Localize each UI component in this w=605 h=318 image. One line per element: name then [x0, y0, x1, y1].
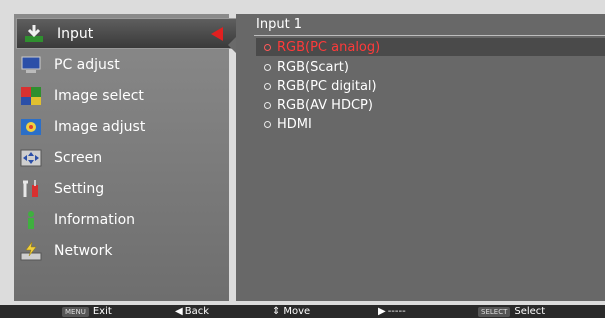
osd-frame: Input PC adjust Image select Image adjus…: [0, 0, 605, 318]
menu-label-pc-adjust: PC adjust: [54, 56, 120, 73]
radio-icon: [264, 82, 271, 90]
option-rgb-scart[interactable]: RGB(Scart): [256, 58, 605, 76]
menu-label-network: Network: [54, 242, 113, 259]
input-icon: [23, 24, 45, 44]
menu-item-input[interactable]: Input: [16, 18, 238, 49]
menu-label-screen: Screen: [54, 149, 103, 166]
move-arrows-icon: ⇕: [272, 306, 281, 317]
radio-icon: [264, 43, 271, 51]
option-rgb-pc-analog[interactable]: RGB(PC analog): [256, 38, 605, 56]
submenu-title: Input 1: [256, 17, 303, 32]
pc-adjust-icon: [20, 55, 42, 75]
option-label: HDMI: [277, 116, 312, 132]
menu-key-icon: MENU: [62, 306, 89, 317]
menu-item-setting[interactable]: Setting: [14, 173, 229, 204]
option-label: RGB(Scart): [277, 59, 349, 75]
option-rgb-pc-digital[interactable]: RGB(PC digital): [256, 77, 605, 95]
select-key-icon: SELECT: [478, 306, 511, 317]
setting-icon: [20, 179, 42, 199]
hint-back-label: Back: [184, 306, 209, 317]
menu-item-information[interactable]: Information: [14, 204, 229, 235]
option-label: RGB(PC analog): [277, 39, 381, 55]
menu-item-pc-adjust[interactable]: PC adjust: [14, 49, 229, 80]
menu-item-screen[interactable]: Screen: [14, 142, 229, 173]
menu-label-image-select: Image select: [54, 87, 144, 104]
title-divider: [254, 35, 605, 36]
information-icon: [20, 210, 42, 230]
hint-select-label: Select: [514, 306, 546, 317]
hint-move-label: Move: [283, 306, 311, 317]
option-hdmi[interactable]: HDMI: [256, 115, 605, 133]
hint-next-label: -----: [387, 306, 406, 317]
hint-back: ◀ Back: [175, 305, 209, 318]
hint-move: ⇕ Move: [272, 305, 310, 318]
footer-hint-bar: MENU Exit ◀ Back ⇕ Move ▶ ----- SELECT S…: [0, 305, 605, 318]
image-adjust-icon: [20, 117, 42, 137]
radio-icon: [264, 101, 271, 109]
submenu-panel: Input 1 RGB(PC analog) RGB(Scart) RGB(PC…: [236, 14, 605, 301]
option-label: RGB(PC digital): [277, 78, 377, 94]
hint-exit: MENU Exit: [62, 305, 112, 318]
screen-icon: [20, 148, 42, 168]
network-icon: [20, 241, 42, 261]
option-rgb-av-hdcp[interactable]: RGB(AV HDCP): [256, 96, 605, 114]
hint-next: ▶ -----: [378, 305, 406, 318]
menu-label-image-adjust: Image adjust: [54, 118, 146, 135]
hint-select: SELECT Select: [478, 305, 545, 318]
radio-icon: [264, 63, 271, 71]
menu-label-information: Information: [54, 211, 136, 228]
selection-arrow-icon: [211, 26, 223, 41]
menu-label-setting: Setting: [54, 180, 105, 197]
menu-item-network[interactable]: Network: [14, 235, 229, 266]
back-arrow-icon: ◀: [175, 306, 183, 317]
hint-exit-label: Exit: [92, 306, 112, 317]
image-select-icon: [20, 86, 42, 106]
main-menu-panel: Input PC adjust Image select Image adjus…: [14, 14, 238, 301]
radio-icon: [264, 120, 271, 128]
next-arrow-icon: ▶: [378, 306, 386, 317]
menu-item-image-adjust[interactable]: Image adjust: [14, 111, 229, 142]
menu-item-image-select[interactable]: Image select: [14, 80, 229, 111]
menu-label-input: Input: [57, 25, 94, 42]
option-label: RGB(AV HDCP): [277, 97, 373, 113]
